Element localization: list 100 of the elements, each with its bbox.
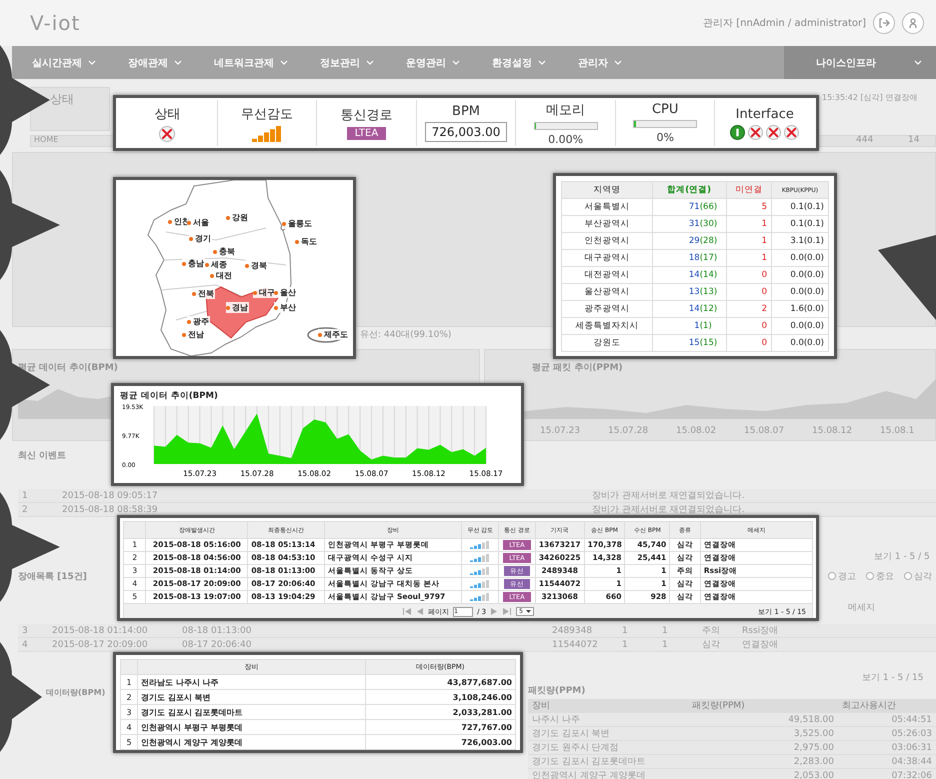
table-cell: 0.0(0.0) bbox=[771, 266, 828, 284]
total-count: 15 bbox=[688, 338, 700, 348]
table-cell-text: 패킷량(PPM) bbox=[691, 700, 746, 712]
section-title: 패킷량(PPM) bbox=[528, 685, 586, 697]
signal-icon bbox=[470, 554, 490, 562]
table-cell-text: 4 bbox=[21, 640, 29, 650]
table-cell: 0.0(0.0) bbox=[771, 334, 828, 352]
table-cell-text: Rssi장애 bbox=[741, 625, 780, 637]
map-label: 대구 bbox=[253, 287, 276, 298]
section-title: 데이터량(BPM) bbox=[46, 687, 106, 698]
table-cell: 대전광역시 bbox=[562, 266, 652, 284]
column-header: 미연결 bbox=[726, 182, 772, 198]
axis-label: 15.08.02 bbox=[676, 426, 716, 436]
logout-icon[interactable] bbox=[873, 12, 895, 34]
last-page-icon[interactable] bbox=[503, 608, 512, 615]
first-page-icon[interactable] bbox=[402, 608, 412, 615]
map-label: 대전 bbox=[210, 270, 233, 281]
previous-page-icon[interactable] bbox=[415, 608, 424, 615]
table-cell-text: 장비 bbox=[531, 700, 551, 712]
table-cell-text: 05:26:03 bbox=[890, 728, 933, 738]
filter-radio[interactable]: 심각 bbox=[904, 570, 932, 583]
table-cell: 2,033,281.00 bbox=[365, 704, 516, 720]
table-cell: 4 bbox=[120, 720, 138, 734]
filter-radio[interactable]: 중요 bbox=[866, 570, 894, 583]
table-cell-text: 2 bbox=[21, 504, 29, 514]
table-cell: 0.1(0.1) bbox=[771, 216, 828, 232]
connected-count: (66) bbox=[700, 202, 718, 212]
table-cell: 0 bbox=[726, 284, 772, 300]
map-label: 충북 bbox=[213, 246, 236, 257]
table-cell-text: 주의 bbox=[701, 625, 721, 637]
nav-menu-item[interactable]: 관리자 bbox=[558, 46, 634, 79]
total-count: 13 bbox=[688, 287, 700, 297]
table-cell: 부산광역시 bbox=[562, 216, 652, 232]
path-badge: LTEA bbox=[346, 127, 386, 140]
user-label: 관리자 [nnAdmin / administrator] bbox=[703, 17, 866, 30]
organization-menu[interactable]: 나이스인프라 bbox=[784, 46, 936, 79]
table-cell-text: 나주시 나주 bbox=[531, 714, 581, 726]
chevron-down-icon bbox=[914, 60, 922, 65]
filter-radio[interactable]: 경고 bbox=[828, 570, 856, 583]
table-cell: 0 bbox=[726, 334, 772, 352]
table-cell: 인천광역시 bbox=[562, 232, 652, 250]
table-cell-text: 1 bbox=[21, 490, 29, 500]
chevron-down-icon bbox=[366, 60, 374, 65]
connected-count: (14) bbox=[700, 270, 718, 280]
map-label: 독도 bbox=[295, 236, 318, 247]
next-page-icon[interactable] bbox=[490, 608, 500, 615]
axis-label: 15.08.07 bbox=[744, 426, 784, 436]
table-cell: 1 bbox=[726, 232, 772, 250]
user-icon[interactable] bbox=[902, 12, 924, 34]
nav-menu-item[interactable]: 실시간관제 bbox=[12, 46, 108, 79]
table-cell-text: 경기도 김포시 북변 bbox=[531, 728, 611, 740]
nav-menu-item[interactable]: 정보관리 bbox=[300, 46, 386, 79]
value-field: 726,003.00 bbox=[424, 122, 508, 142]
map-label: 경남 bbox=[226, 302, 249, 313]
table-cell: 1.6(0.0) bbox=[771, 300, 828, 318]
column-label: 무선감도 bbox=[240, 106, 293, 122]
table-cell-text: 03:06:31 bbox=[890, 742, 933, 752]
table-cell: 인천광역시 부평구 부평롯데 bbox=[138, 720, 366, 734]
table-cell: 세종특별자치시 bbox=[562, 318, 652, 334]
table-cell-text: 2,053.00 bbox=[792, 770, 835, 779]
total-count: 31 bbox=[688, 219, 700, 229]
nav-menu-item[interactable]: 환경설정 bbox=[472, 46, 558, 79]
table-cell-text: 장비가 관제서버로 재연결되었습니다. bbox=[591, 490, 746, 502]
table-cell: 1 bbox=[120, 674, 138, 690]
table-cell: 울산광역시 bbox=[562, 284, 652, 300]
table-cell-text: 2,975.00 bbox=[792, 742, 835, 752]
table-cell-text: 2489348 bbox=[551, 626, 594, 636]
signal-icon bbox=[470, 580, 490, 588]
signal-icon bbox=[252, 126, 282, 142]
table-cell: 0.0(0.0) bbox=[771, 318, 828, 334]
chevron-down-icon bbox=[538, 60, 546, 65]
map-label: 울릉도 bbox=[282, 218, 313, 229]
alert-text: 15:35:42 [심각] 연결장애 bbox=[822, 92, 918, 103]
table-cell: 5 bbox=[120, 734, 138, 750]
table-cell-text: 장비가 관제서버로 재연결되었습니다. bbox=[591, 504, 746, 516]
total-count: 14 bbox=[688, 304, 700, 314]
nav-menu-item[interactable]: 운영관리 bbox=[386, 46, 472, 79]
table-cell-text: 49,518.00 bbox=[787, 714, 835, 724]
map-label: 강원 bbox=[226, 212, 249, 223]
table-cell: 1 bbox=[726, 216, 772, 232]
caret-down-icon bbox=[526, 610, 531, 613]
nav-menu-item[interactable]: 네트워크관제 bbox=[194, 46, 300, 79]
total-count: 1 bbox=[693, 321, 700, 331]
column-label: 통신경로 bbox=[340, 107, 392, 124]
nav-menu-item[interactable]: 장애관제 bbox=[108, 46, 194, 79]
table-cell-text: 연결장애 bbox=[741, 639, 779, 651]
table-cell-text: 2015-08-18 08:58:39 bbox=[61, 504, 159, 514]
table-cell: 3,108,246.00 bbox=[365, 690, 516, 704]
table-cell: 서울특별시 bbox=[562, 198, 652, 216]
signal-icon bbox=[470, 541, 490, 549]
column-header: 메세지 bbox=[848, 602, 875, 614]
column-label: Interface bbox=[736, 106, 794, 122]
column-label: BPM bbox=[452, 104, 480, 119]
table-cell: 5 bbox=[726, 198, 772, 216]
count-label: 444 bbox=[856, 135, 874, 145]
table-cell: 2 bbox=[726, 300, 772, 318]
stat-text: 유선: 440대(99.10%) bbox=[360, 329, 452, 341]
table-cell: 경기도 김포시 북변 bbox=[138, 690, 366, 704]
table-cell-text: 2,283.00 bbox=[792, 756, 835, 766]
breadcrumb: HOME bbox=[34, 135, 58, 144]
